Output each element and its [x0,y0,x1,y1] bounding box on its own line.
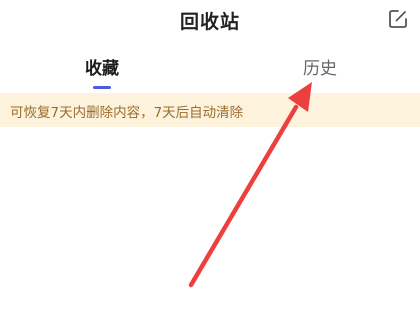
retention-notice-text: 可恢复7天内删除内容，7天后自动清除 [10,105,244,121]
tab-history[interactable]: 历史 [280,54,360,79]
annotation-arrow-shaft [188,104,299,288]
tab-favorites[interactable]: 收藏 [62,54,142,79]
active-tab-indicator [93,86,111,89]
recycle-bin-screen: 回收站 收藏 历史 可恢复7天内删除内容，7天后自动清除 [0,0,420,315]
edit-icon [389,10,407,28]
retention-notice-banner: 可恢复7天内删除内容，7天后自动清除 [0,93,420,127]
annotation-arrow [188,82,312,288]
page-title: 回收站 [179,11,240,33]
tab-bar: 收藏 历史 [0,54,420,89]
edit-button[interactable] [388,9,408,29]
